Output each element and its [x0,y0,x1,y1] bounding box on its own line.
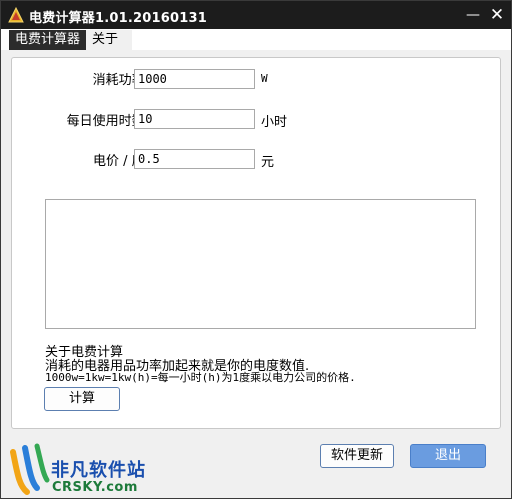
menu-bar: 电费计算器 关于 [1,29,511,50]
hours-label: 每日使用时数: [66,114,149,129]
watermark-brand: 非凡软件站 [51,460,146,481]
power-label: 消耗功率: [92,73,149,88]
minimize-button[interactable]: — [463,5,483,25]
power-input[interactable]: 1000 [134,69,255,89]
hours-input[interactable]: 10 [134,109,255,129]
calculate-button[interactable]: 计算 [44,387,120,411]
info-formula: 1000w=1kw=1kw(h)=每一小时(h)为1度乘以电力公司的价格. [45,371,356,384]
window-title: 电费计算器1.01.20160131 [29,11,207,26]
power-unit: W [261,72,268,85]
watermark: 非凡软件站 CRSKY.com [3,438,165,498]
hours-unit: 小时 [261,115,288,130]
price-label: 电价 / 度: [92,154,149,169]
price-input[interactable]: 0.5 [134,149,255,169]
tab-calculator[interactable]: 电费计算器 [9,30,87,50]
price-unit: 元 [261,155,275,170]
tab-about[interactable]: 关于 [86,30,132,50]
close-button[interactable]: ✕ [487,5,507,25]
app-window: 电费计算器1.01.20160131 — ✕ 电费计算器 关于 消耗功率: 10… [0,0,512,499]
crsky-logo-icon [5,442,51,496]
result-textarea[interactable] [45,199,476,329]
app-triangle-icon [8,6,24,23]
title-bar[interactable]: 电费计算器1.01.20160131 — ✕ [1,1,511,29]
watermark-url: CRSKY.com [52,480,138,495]
update-button[interactable]: 软件更新 [320,444,394,468]
exit-button[interactable]: 退出 [410,444,486,468]
